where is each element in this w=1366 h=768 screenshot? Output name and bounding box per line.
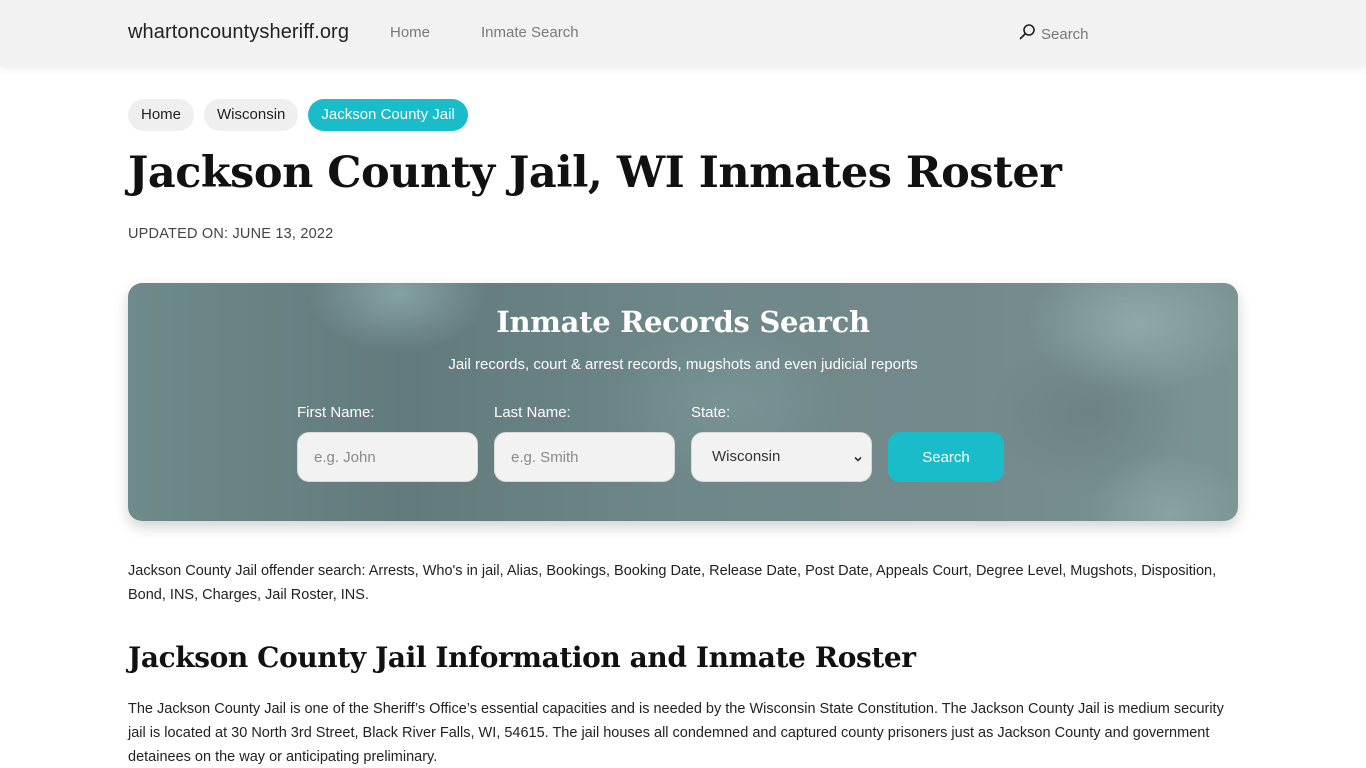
nav-search-button[interactable]: Search — [1019, 23, 1089, 45]
nav-search-label: Search — [1041, 25, 1089, 43]
nav-link-inmate-search[interactable]: Inmate Search — [481, 24, 579, 41]
intro-paragraph: Jackson County Jail offender search: Arr… — [128, 563, 1217, 603]
breadcrumb-home[interactable]: Home — [128, 99, 195, 131]
section-paragraph: The Jackson County Jail is one of the Sh… — [128, 701, 1224, 765]
first-name-label: First Name: — [297, 404, 375, 421]
state-select[interactable]: Wisconsin — [691, 432, 872, 482]
search-icon — [1019, 23, 1036, 45]
inmate-search-panel: Inmate Records Search Jail records, cour… — [128, 283, 1238, 521]
state-selected-value: Wisconsin — [712, 448, 781, 465]
search-panel-title: Inmate Records Search — [496, 305, 870, 339]
chevron-down-icon — [853, 451, 863, 462]
updated-date: UPDATED ON: JUNE 13, 2022 — [128, 226, 334, 242]
nav-link-home[interactable]: Home — [390, 24, 430, 41]
last-name-label: Last Name: — [494, 404, 571, 421]
breadcrumb-jackson-county-jail[interactable]: Jackson County Jail — [308, 99, 468, 131]
brand-logo-link[interactable]: whartoncountysheriff.org — [128, 21, 349, 44]
breadcrumb-wisconsin[interactable]: Wisconsin — [204, 99, 299, 131]
search-panel-subtitle: Jail records, court & arrest records, mu… — [448, 356, 918, 373]
section-title: Jackson County Jail Information and Inma… — [128, 641, 916, 674]
page-title: Jackson County Jail, WI Inmates Roster — [128, 148, 1062, 198]
breadcrumb: Home Wisconsin Jackson County Jail — [128, 99, 468, 131]
search-submit-button[interactable]: Search — [888, 432, 1004, 482]
first-name-input[interactable] — [297, 432, 478, 482]
navbar: whartoncountysheriff.org Home Inmate Sea… — [0, 0, 1366, 66]
last-name-input[interactable] — [494, 432, 675, 482]
state-label: State: — [691, 404, 731, 421]
